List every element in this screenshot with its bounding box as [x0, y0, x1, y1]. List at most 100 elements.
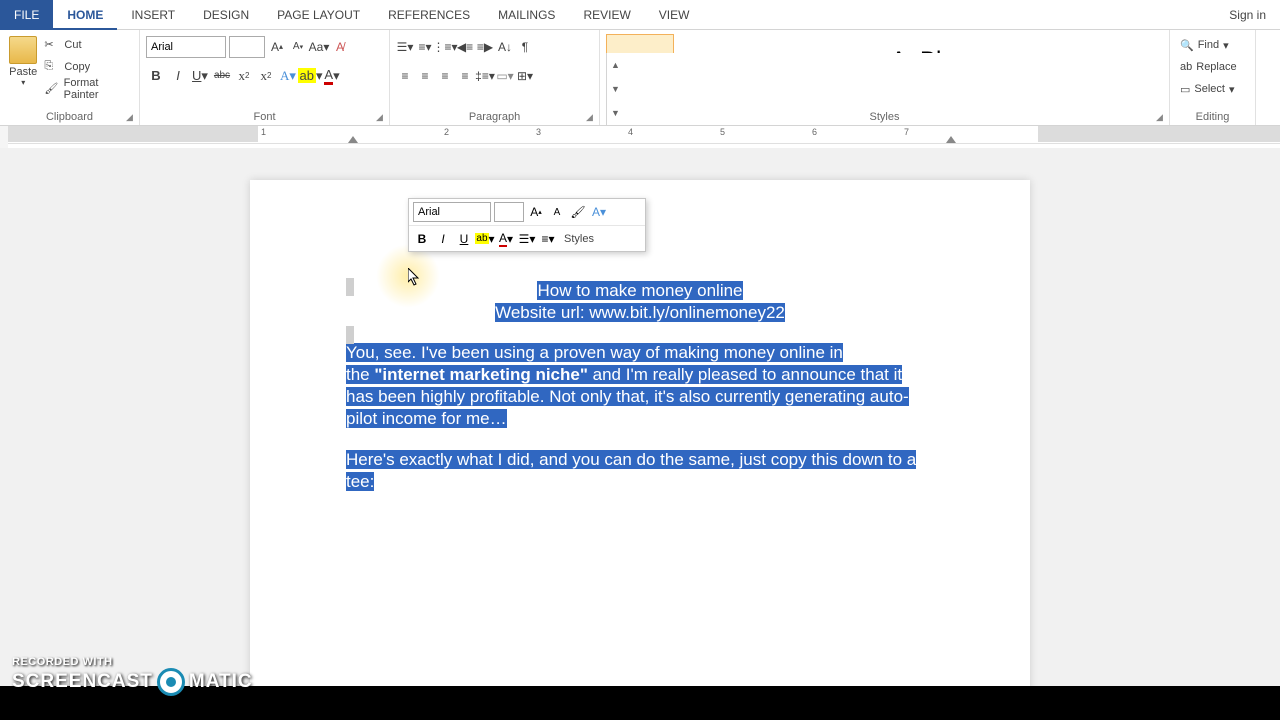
copy-icon: ⎘ [44, 60, 60, 74]
change-case-button[interactable]: Aa▾ [310, 37, 328, 57]
sort-button[interactable]: A↓ [496, 37, 514, 57]
cursor-icon: ▭ [1180, 83, 1190, 96]
tab-view[interactable]: VIEW [645, 0, 704, 30]
numbering-button[interactable]: ≡▾ [416, 37, 434, 57]
shading-button[interactable]: ▭▾ [496, 66, 514, 86]
style-subtitle[interactable]: AaBbCcDcSubtitle [951, 34, 1019, 53]
sign-in-link[interactable]: Sign in [1215, 8, 1280, 22]
decrease-indent-button[interactable]: ◀≡ [456, 37, 474, 57]
italic-button[interactable]: I [168, 66, 188, 86]
bullets-button[interactable]: ☰▾ [396, 37, 414, 57]
style-emphasis[interactable]: AaBbCcDcEmphasis [1089, 34, 1157, 53]
multilevel-button[interactable]: ⋮≡▾ [436, 37, 454, 57]
paste-icon [9, 36, 37, 64]
doc-url: Website url: www.bit.ly/onlinemoney22 [495, 303, 785, 322]
replace-button[interactable]: abReplace [1176, 56, 1249, 78]
increase-indent-button[interactable]: ≡▶ [476, 37, 494, 57]
paste-button[interactable]: Paste ▾ [6, 34, 40, 100]
group-label-paragraph: Paragraph [390, 111, 599, 123]
strikethrough-button[interactable]: abc [212, 66, 232, 86]
tab-home[interactable]: HOME [53, 0, 117, 30]
style-heading-1[interactable]: AaBbCcHeading 1 [744, 34, 812, 53]
style-title[interactable]: AaBlTitle [882, 34, 950, 53]
show-marks-button[interactable]: ¶ [516, 37, 534, 57]
doc-p1-bold: "internet marketing niche" [374, 365, 588, 384]
subscript-button[interactable]: x2 [234, 66, 254, 86]
style-normal[interactable]: AaBbCcDc¶ Normal [606, 34, 674, 53]
mini-numbering[interactable]: ≡▾ [539, 229, 557, 249]
mini-italic[interactable]: I [434, 229, 452, 249]
ruler: 1 2 3 4 5 6 7 [0, 126, 1280, 148]
mini-grow-font[interactable]: A▴ [527, 202, 545, 222]
group-label-styles: Styles [600, 111, 1169, 123]
borders-button[interactable]: ⊞▾ [516, 66, 534, 86]
align-left-button[interactable]: ≡ [396, 66, 414, 86]
mini-format-painter[interactable]: 🖌 [569, 202, 587, 222]
styles-launcher[interactable]: ◢ [1156, 112, 1166, 122]
find-button[interactable]: 🔍Find ▾ [1176, 34, 1249, 56]
shrink-font-button[interactable]: A▾ [289, 37, 307, 57]
mini-highlight[interactable]: ab▾ [476, 229, 494, 249]
font-launcher[interactable]: ◢ [376, 112, 386, 122]
doc-p2-line2: tee: [346, 472, 374, 491]
group-editing: 🔍Find ▾ abReplace ▭Select ▾ Editing [1170, 30, 1256, 125]
highlight-button[interactable]: ab▾ [300, 66, 320, 86]
scissors-icon: ✂ [44, 38, 60, 52]
tab-mailings[interactable]: MAILINGS [484, 0, 569, 30]
tab-design[interactable]: DESIGN [189, 0, 263, 30]
mini-bold[interactable]: B [413, 229, 431, 249]
tab-references[interactable]: REFERENCES [374, 0, 484, 30]
search-icon: 🔍 [1180, 39, 1194, 52]
bold-button[interactable]: B [146, 66, 166, 86]
page[interactable]: How to make money online Website url: ww… [250, 180, 1030, 686]
replace-icon: ab [1180, 61, 1192, 73]
font-name-input[interactable] [146, 36, 226, 58]
cut-button[interactable]: ✂Cut [44, 34, 133, 56]
underline-button[interactable]: U▾ [190, 66, 210, 86]
mini-styles-button[interactable]: Styles [560, 233, 598, 245]
paragraph-launcher[interactable]: ◢ [586, 112, 596, 122]
line-spacing-button[interactable]: ‡≡▾ [476, 66, 494, 86]
doc-p1-line1: You, see. I've been using a proven way o… [346, 343, 843, 362]
style-heading-2[interactable]: AaBbCcHeading 2 [813, 34, 881, 53]
format-painter-button[interactable]: 🖌Format Painter [44, 78, 133, 100]
align-right-button[interactable]: ≡ [436, 66, 454, 86]
justify-button[interactable]: ≡ [456, 66, 474, 86]
font-color-button[interactable]: A▾ [322, 66, 342, 86]
mini-font-name[interactable] [413, 202, 491, 222]
mini-shrink-font[interactable]: A [548, 202, 566, 222]
font-size-input[interactable] [229, 36, 265, 58]
indent-marker-right[interactable] [946, 136, 956, 143]
mini-bullets[interactable]: ☰▾ [518, 229, 536, 249]
watermark: RECORDED WITH SCREENCAST MATIC [12, 656, 253, 696]
style-subtle-emphasis[interactable]: AaBbCcDcSubtle Em... [1020, 34, 1088, 53]
group-label-font: Font [140, 111, 389, 123]
styles-scroll-up[interactable]: ▲ [607, 53, 624, 77]
style-no-spacing[interactable]: AaBbCcDc¶ No Spac... [675, 34, 743, 53]
tab-file[interactable]: FILE [0, 0, 53, 30]
superscript-button[interactable]: x2 [256, 66, 276, 86]
clipboard-launcher[interactable]: ◢ [126, 112, 136, 122]
clear-format-button[interactable]: A̸ [331, 37, 349, 57]
text-effects-button[interactable]: A▾ [278, 66, 298, 86]
select-button[interactable]: ▭Select ▾ [1176, 78, 1249, 100]
tab-review[interactable]: REVIEW [569, 0, 644, 30]
copy-button[interactable]: ⎘Copy [44, 56, 133, 78]
grow-font-button[interactable]: A▴ [268, 37, 286, 57]
indent-marker-left[interactable] [348, 136, 358, 143]
styles-scroll-down[interactable]: ▼ [607, 77, 624, 101]
mini-styles-icon[interactable]: A▾ [590, 202, 608, 222]
mini-underline[interactable]: U [455, 229, 473, 249]
ribbon-tabs: FILE HOME INSERT DESIGN PAGE LAYOUT REFE… [0, 0, 1280, 30]
mini-font-color[interactable]: A▾ [497, 229, 515, 249]
line-marker [346, 326, 354, 344]
doc-p1-line4: pilot income for me… [346, 409, 507, 428]
align-center-button[interactable]: ≡ [416, 66, 434, 86]
mini-toolbar: A▴ A 🖌 A▾ B I U ab▾ A▾ ☰▾ ≡▾ Styles [408, 198, 646, 252]
brush-icon: 🖌 [44, 82, 59, 96]
mini-font-size[interactable] [494, 202, 524, 222]
group-font: A▴ A▾ Aa▾ A̸ B I U▾ abc x2 x2 A▾ ab▾ A▾ … [140, 30, 390, 125]
tab-insert[interactable]: INSERT [117, 0, 189, 30]
tab-page-layout[interactable]: PAGE LAYOUT [263, 0, 374, 30]
group-paragraph: ☰▾ ≡▾ ⋮≡▾ ◀≡ ≡▶ A↓ ¶ ≡ ≡ ≡ ≡ ‡≡▾ ▭▾ ⊞▾ P… [390, 30, 600, 125]
